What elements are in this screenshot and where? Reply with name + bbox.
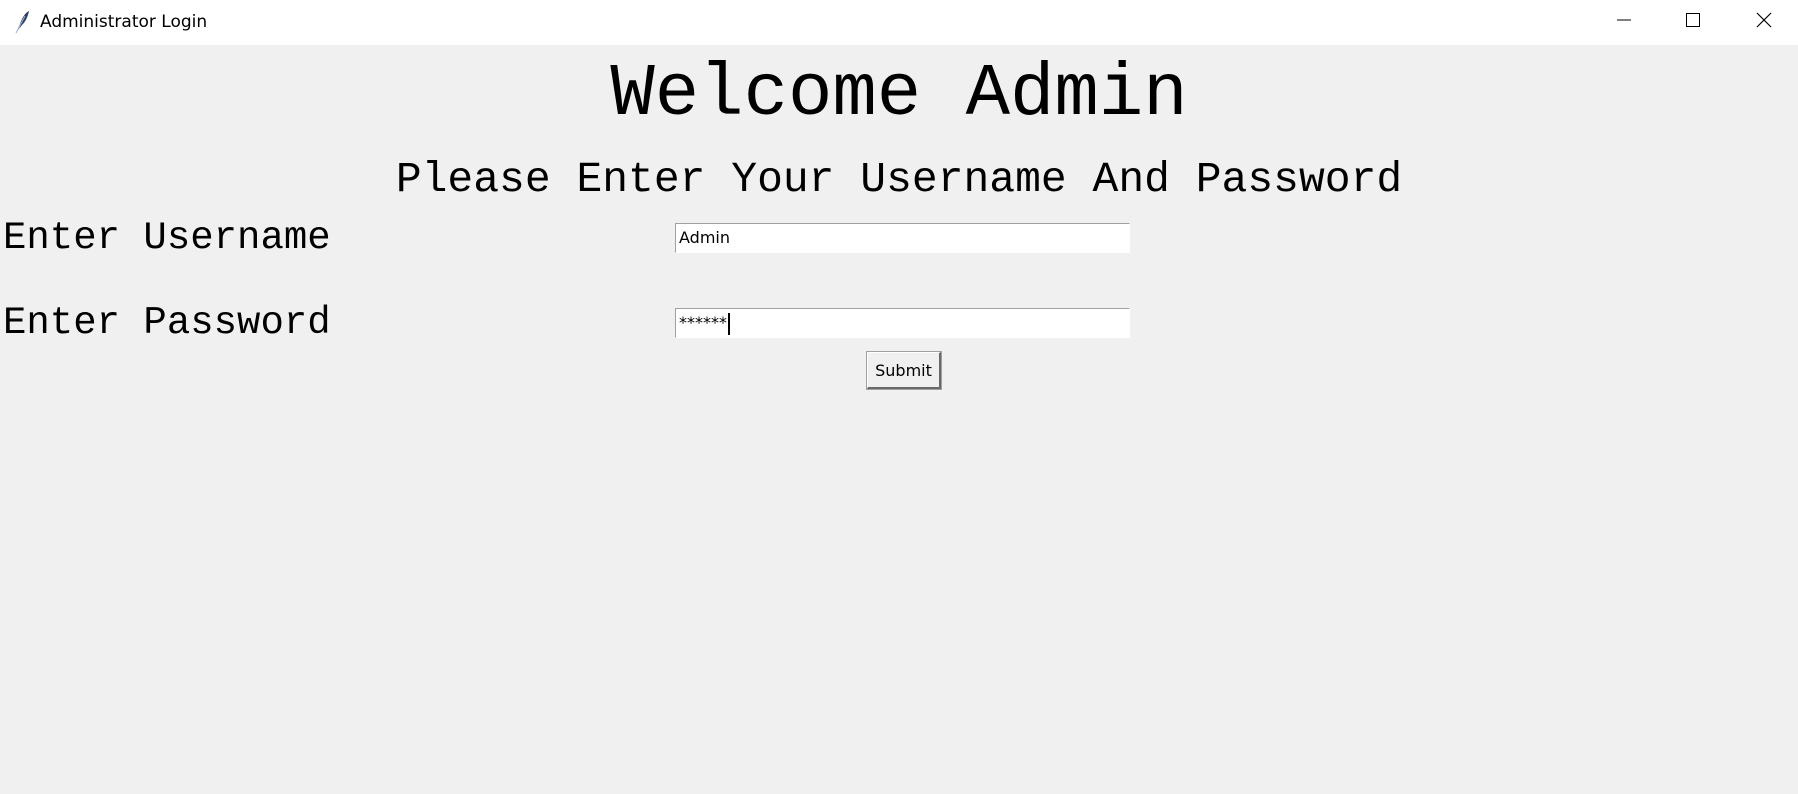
- maximize-icon: [1686, 13, 1700, 32]
- username-label: Enter Username: [3, 216, 331, 260]
- password-field[interactable]: ******: [675, 308, 1130, 338]
- password-value: ******: [679, 313, 727, 332]
- text-caret: [728, 312, 730, 335]
- close-button[interactable]: [1730, 0, 1798, 45]
- minimize-icon: [1617, 13, 1631, 32]
- password-label: Enter Password: [3, 301, 331, 345]
- submit-button[interactable]: Submit: [866, 351, 942, 390]
- close-icon: [1756, 12, 1772, 33]
- maximize-button[interactable]: [1659, 0, 1727, 45]
- feather-icon: [13, 10, 31, 34]
- page-subtitle: Please Enter Your Username And Password: [395, 155, 1403, 204]
- title-bar[interactable]: Administrator Login: [0, 0, 1798, 45]
- username-value: Admin: [679, 228, 730, 247]
- page-title: Welcome Admin: [610, 53, 1188, 137]
- username-field[interactable]: Admin: [675, 223, 1130, 253]
- window-title: Administrator Login: [40, 12, 208, 32]
- admin-login-window: Administrator Login Welcome Admin Please…: [0, 0, 1798, 794]
- minimize-button[interactable]: [1590, 0, 1658, 45]
